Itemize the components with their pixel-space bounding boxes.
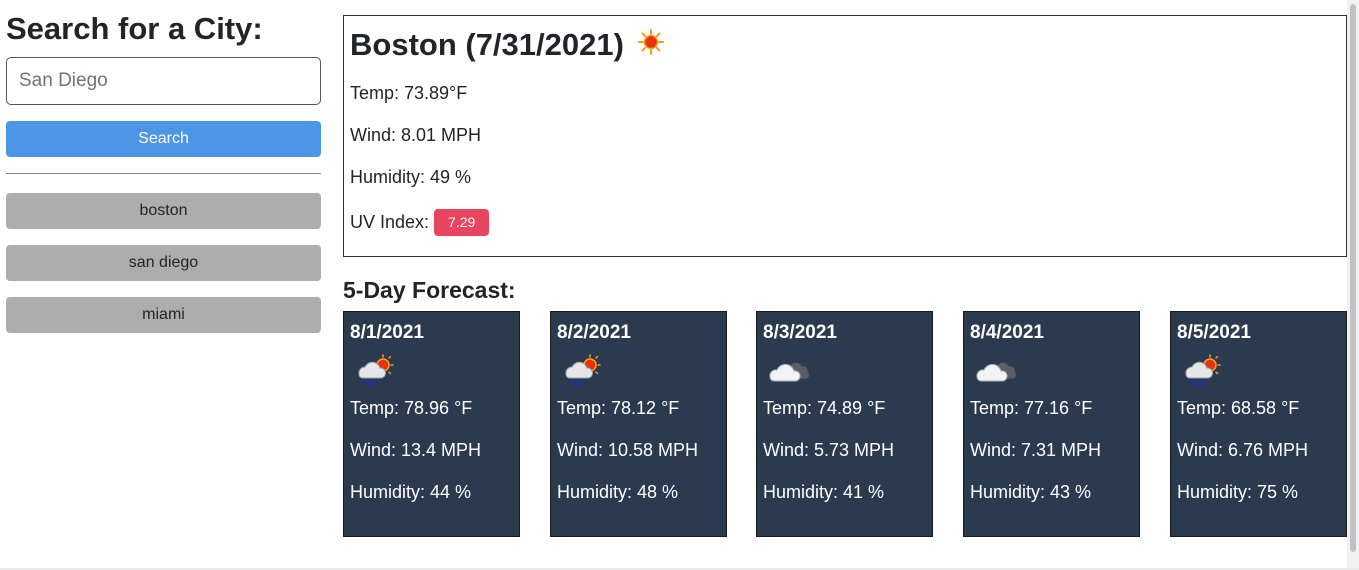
cloud-icon [763, 352, 926, 388]
scrollbar-thumb[interactable] [1350, 4, 1356, 552]
rain-sun-icon [557, 352, 720, 388]
forecast-temp: Temp: 78.96 °F [350, 398, 473, 418]
forecast-card: 8/1/2021 Temp: 78.96 °F Wind: 13.4 MPH H… [343, 311, 520, 537]
history-item-san-diego[interactable]: san diego [6, 245, 321, 281]
forecast-wind: Wind: 6.76 MPH [1177, 440, 1309, 460]
forecast-date: 8/3/2021 [763, 322, 837, 343]
forecast-date: 8/5/2021 [1177, 322, 1251, 343]
forecast-heading: 5-Day Forecast: [343, 277, 516, 303]
forecast-card: 8/3/2021 Temp: 74.89 °F Wind: 5.73 MPH H… [756, 311, 933, 537]
cloud-icon [970, 352, 1133, 388]
current-weather-panel: Boston (7/31/2021) Temp: 73.89°F Wind: 8… [343, 15, 1347, 257]
sun-icon [637, 24, 664, 66]
search-sidebar: Search for a City: Search boston san die… [6, 10, 321, 349]
forecast-temp: Temp: 74.89 °F [763, 398, 886, 418]
forecast-humidity: Humidity: 43 % [970, 482, 1092, 502]
weather-dashboard: Search for a City: Search boston san die… [0, 0, 1359, 570]
current-city-date: Boston (7/31/2021) [350, 27, 624, 62]
history-item-miami[interactable]: miami [6, 297, 321, 333]
forecast-cards: 8/1/2021 Temp: 78.96 °F Wind: 13.4 MPH H… [343, 311, 1347, 537]
uv-index-badge: 7.29 [434, 209, 490, 236]
forecast-wind: Wind: 10.58 MPH [557, 440, 699, 460]
current-wind: Wind: 8.01 MPH [350, 125, 482, 145]
forecast-card: 8/2/2021 Temp: 78.12 °F Wind: 10.58 MPH … [550, 311, 727, 537]
search-history: boston san diego miami [6, 193, 321, 333]
uv-index-row: UV Index: 7.29 [350, 209, 1340, 236]
forecast-card: 8/5/2021 Temp: 68.58 °F Wind: 6.76 MPH H… [1170, 311, 1347, 537]
forecast-wind: Wind: 5.73 MPH [763, 440, 895, 460]
forecast-humidity: Humidity: 44 % [350, 482, 472, 502]
forecast-humidity: Humidity: 75 % [1177, 482, 1299, 502]
current-weather-title: Boston (7/31/2021) [350, 24, 1340, 66]
rain-sun-icon [350, 352, 513, 388]
forecast-wind: Wind: 13.4 MPH [350, 440, 482, 460]
forecast-temp: Temp: 77.16 °F [970, 398, 1093, 418]
forecast-humidity: Humidity: 41 % [763, 482, 885, 502]
forecast-humidity: Humidity: 48 % [557, 482, 679, 502]
forecast-temp: Temp: 78.12 °F [557, 398, 680, 418]
history-item-boston[interactable]: boston [6, 193, 321, 229]
city-search-input[interactable] [6, 57, 321, 105]
current-temp: Temp: 73.89°F [350, 83, 468, 103]
sidebar-divider [6, 173, 321, 174]
forecast-wind: Wind: 7.31 MPH [970, 440, 1102, 460]
forecast-date: 8/1/2021 [350, 322, 424, 343]
forecast-date: 8/4/2021 [970, 322, 1044, 343]
vertical-scrollbar[interactable] [1347, 0, 1359, 570]
search-heading: Search for a City: [6, 11, 263, 46]
forecast-card: 8/4/2021 Temp: 77.16 °F Wind: 7.31 MPH H… [963, 311, 1140, 537]
search-button[interactable]: Search [6, 121, 321, 157]
uv-index-label: UV Index: [350, 212, 430, 232]
forecast-temp: Temp: 68.58 °F [1177, 398, 1300, 418]
forecast-date: 8/2/2021 [557, 322, 631, 343]
rain-sun-icon [1177, 352, 1340, 388]
current-humidity: Humidity: 49 % [350, 167, 472, 187]
